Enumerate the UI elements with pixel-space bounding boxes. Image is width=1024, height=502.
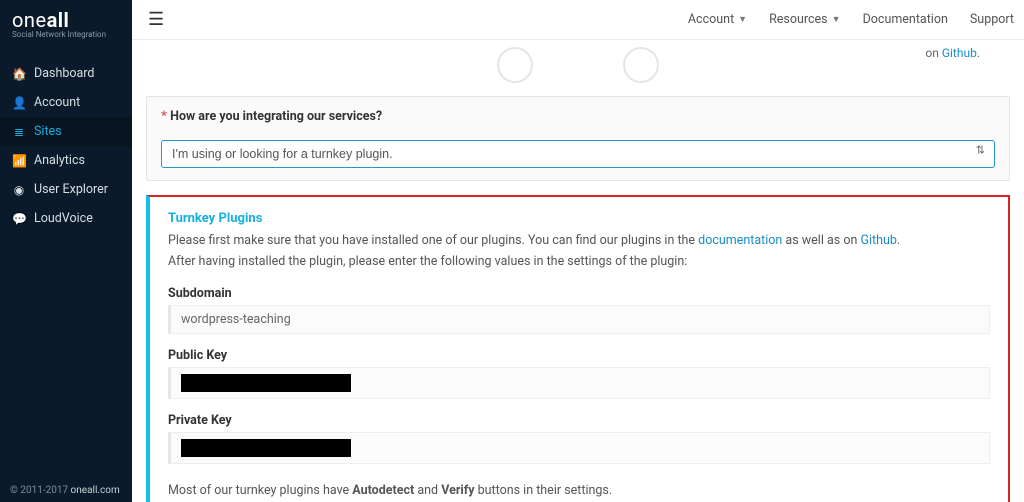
caret-down-icon: ▼ <box>832 14 841 25</box>
footer-copyright: © 2011-2017 <box>10 485 71 496</box>
caret-down-icon: ▼ <box>738 14 747 25</box>
turnkey-heading: Turnkey Plugins <box>168 211 990 226</box>
hero-circle-icon <box>497 47 533 83</box>
sidebar-item-label: Analytics <box>34 153 85 168</box>
redacted-value <box>181 439 351 457</box>
brand-tagline: Social Network Integration <box>12 30 120 39</box>
brand: oneall Social Network Integration <box>0 0 132 45</box>
integration-select[interactable]: I'm using or looking for a turnkey plugi… <box>161 140 995 168</box>
note-bold: Autodetect <box>352 483 414 498</box>
private-key-label: Private Key <box>168 413 990 428</box>
sidebar-item-loudvoice-icon: 💬 <box>12 212 26 226</box>
sidebar-item-analytics-icon: 📶 <box>12 154 26 168</box>
public-key-field: Public Key <box>168 348 990 399</box>
github-link[interactable]: Github <box>860 233 896 248</box>
sidebar-item-label: Dashboard <box>34 66 94 81</box>
sidebar-item-label: Account <box>34 95 80 110</box>
note-autodetect: Most of our turnkey plugins have Autodet… <box>168 482 990 501</box>
hero-text-prefix: on <box>925 46 941 60</box>
note-text: and <box>414 483 441 498</box>
private-key-value <box>168 432 990 464</box>
content: on Github. * How are you integrating our… <box>132 40 1024 502</box>
subdomain-value: wordpress-teaching <box>168 305 990 334</box>
public-key-value <box>168 367 990 399</box>
hamburger-icon[interactable]: ☰ <box>142 5 170 34</box>
main: ☰ Account ▼ Resources ▼ Documentation Support… <box>132 0 1024 502</box>
sidebar: oneall Social Network Integration 🏠 Dashb… <box>0 0 132 502</box>
topnav-support[interactable]: Support <box>970 12 1014 27</box>
subdomain-label: Subdomain <box>168 286 990 301</box>
hero-circle-icon <box>623 47 659 83</box>
sidebar-item-label: Sites <box>34 124 62 139</box>
integration-select-wrap: I'm using or looking for a turnkey plugi… <box>161 132 995 168</box>
topnav-label: Support <box>970 12 1014 27</box>
topnav-label: Resources <box>769 12 828 27</box>
note-text: Most of our turnkey plugins have <box>168 483 352 498</box>
sidebar-item-loudvoice[interactable]: 💬 LoudVoice <box>0 204 132 233</box>
sidebar-item-dashboard-icon: 🏠 <box>12 67 26 81</box>
sidebar-item-user-explorer-icon: ◉ <box>12 183 26 197</box>
topnav-label: Documentation <box>863 12 948 27</box>
hero-graphics <box>497 47 659 83</box>
topnav-account[interactable]: Account ▼ <box>688 12 747 27</box>
sidebar-item-dashboard[interactable]: 🏠 Dashboard <box>0 59 132 88</box>
turnkey-text: . <box>897 233 900 248</box>
sidebar-nav: 🏠 Dashboard 👤 Account ≣ Sites 📶 Analytics ◉ User … <box>0 59 132 233</box>
topbar: ☰ Account ▼ Resources ▼ Documentation Support <box>132 0 1024 40</box>
hero-text-suffix: . <box>977 46 980 60</box>
topnav-label: Account <box>688 12 734 27</box>
sidebar-item-label: User Explorer <box>34 182 108 197</box>
integration-panel: * How are you integrating our services? … <box>146 96 1010 181</box>
turnkey-notes: Most of our turnkey plugins have Autodet… <box>168 482 990 502</box>
topnav-resources[interactable]: Resources ▼ <box>769 12 840 27</box>
sidebar-item-label: LoudVoice <box>34 211 93 226</box>
topnav: Account ▼ Resources ▼ Documentation Support <box>688 12 1014 27</box>
turnkey-intro-1: Please first make sure that you have ins… <box>168 232 990 251</box>
sidebar-item-user-explorer[interactable]: ◉ User Explorer <box>0 175 132 204</box>
hero-github-link[interactable]: Github <box>942 46 977 60</box>
turnkey-panel: Turnkey Plugins Please first make sure t… <box>146 195 1010 502</box>
integration-question-row: * How are you integrating our services? <box>161 109 995 124</box>
turnkey-text: as well as on <box>782 233 860 248</box>
sidebar-item-account[interactable]: 👤 Account <box>0 88 132 117</box>
public-key-label: Public Key <box>168 348 990 363</box>
sidebar-item-analytics[interactable]: 📶 Analytics <box>0 146 132 175</box>
turnkey-text: Please first make sure that you have ins… <box>168 233 698 248</box>
brand-suffix: all <box>47 8 70 32</box>
private-key-field: Private Key <box>168 413 990 464</box>
sidebar-footer: © 2011-2017 oneall.com <box>0 479 132 502</box>
note-text: buttons in their settings. <box>475 483 613 498</box>
redacted-value <box>181 374 351 392</box>
hero-text: on Github. <box>925 46 980 60</box>
required-asterisk: * <box>161 109 167 124</box>
footer-link[interactable]: oneall.com <box>71 485 120 496</box>
sidebar-item-sites-icon: ≣ <box>12 125 26 139</box>
integration-question: How are you integrating our services? <box>170 109 382 124</box>
turnkey-intro-2: After having installed the plugin, pleas… <box>168 253 990 272</box>
subdomain-field: Subdomain wordpress-teaching <box>168 286 990 334</box>
sidebar-item-account-icon: 👤 <box>12 96 26 110</box>
note-bold: Verify <box>441 483 474 498</box>
brand-logo: oneall <box>12 8 120 32</box>
sidebar-item-sites[interactable]: ≣ Sites <box>0 117 132 146</box>
hero: on Github. <box>146 40 1010 90</box>
topnav-documentation[interactable]: Documentation <box>863 12 948 27</box>
brand-prefix: one <box>12 8 47 32</box>
documentation-link[interactable]: documentation <box>698 233 782 248</box>
